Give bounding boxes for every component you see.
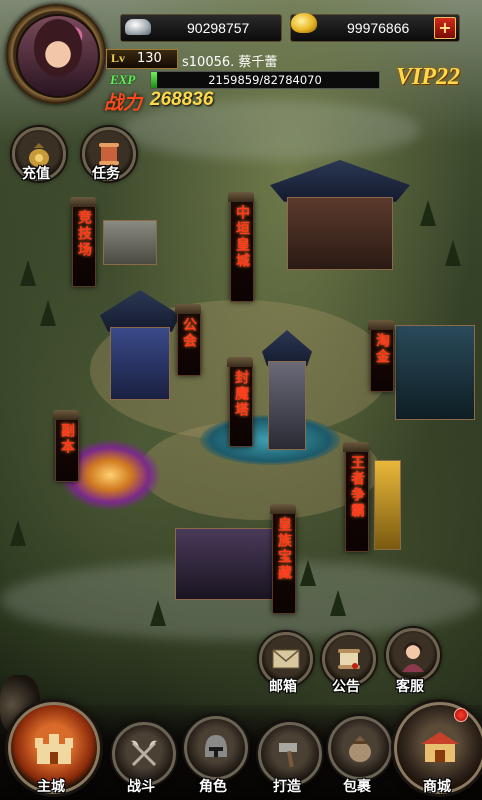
gold-ingot-icon (291, 13, 317, 33)
imperial-palace-building[interactable] (270, 160, 410, 270)
avatar[interactable] (16, 14, 100, 98)
level-value: 130 (137, 51, 162, 66)
tree (150, 600, 166, 626)
banner-arena[interactable]: 竞技场 (70, 197, 96, 287)
exp-bar: 2159859/82784070 (150, 71, 380, 89)
banner-guild-label: 公会 (181, 317, 197, 349)
banner-imperial-city[interactable]: 中垣皇城 (228, 192, 254, 302)
banner-tower[interactable]: 封魔塔 (227, 357, 253, 447)
main-city-label: 主城 (37, 779, 65, 795)
character-label: 角色 (199, 779, 227, 795)
tree (10, 520, 26, 546)
banner-dungeon[interactable]: 副本 (53, 410, 79, 482)
add-gold-button[interactable]: + (434, 17, 456, 39)
service-button[interactable] (386, 628, 440, 682)
bag-button[interactable] (328, 716, 392, 780)
tree (445, 240, 461, 266)
tree (40, 300, 56, 326)
service-agent-icon (389, 631, 437, 679)
banner-king-fight-label: 王者争霸 (349, 455, 365, 519)
banner-treasure[interactable]: 皇族宝藏 (270, 504, 296, 614)
tasks-label: 任务 (92, 166, 120, 182)
treasure-building[interactable] (175, 510, 275, 600)
guild-building[interactable] (100, 290, 180, 400)
banner-guild[interactable]: 公会 (175, 304, 201, 376)
arena-building[interactable] (95, 215, 165, 265)
banner-treasure-label: 皇族宝藏 (276, 517, 292, 581)
vip-badge[interactable]: VIP22 (396, 64, 460, 91)
banner-tower-label: 封魔塔 (233, 370, 249, 418)
banner-arena-label: 竞技场 (76, 210, 92, 258)
tower-building[interactable] (262, 330, 312, 450)
silver-amount: 90298757 (187, 20, 250, 36)
battle-label: 战斗 (127, 779, 155, 795)
level-label: Lv (111, 51, 126, 65)
silver-bar: 90298757 (120, 14, 282, 42)
shop-label: 商城 (423, 779, 451, 795)
banner-dungeon-label: 副本 (59, 423, 75, 455)
tree (20, 260, 36, 286)
tree (300, 560, 316, 586)
forge-label: 打造 (273, 779, 301, 795)
exp-text: 2159859/82784070 (208, 73, 322, 87)
crossed-axes-icon (115, 725, 173, 783)
bag-label: 包裹 (343, 779, 371, 795)
gold-amount: 99976866 (347, 20, 410, 36)
helmet-icon (187, 719, 245, 777)
hammer-icon (261, 725, 319, 783)
service-label: 客服 (396, 679, 424, 695)
banner-king-fight[interactable]: 王者争霸 (343, 442, 369, 552)
power-label: 战力 (104, 92, 143, 114)
exp-label: EXP (110, 72, 136, 87)
banner-gold-rush-label: 淘金 (374, 333, 390, 365)
tree (420, 200, 436, 226)
level-box: Lv 130 (106, 49, 178, 69)
banner-imperial-city-label: 中垣皇城 (234, 205, 250, 269)
top-hud: 90298757 99976866 + Lv 130 s10056. 蔡千蕾 E… (0, 0, 482, 115)
notice-label: 公告 (332, 679, 360, 695)
gold-rush-building[interactable] (395, 320, 475, 420)
banner-gold-rush[interactable]: 淘金 (368, 320, 394, 392)
bag-icon (331, 719, 389, 777)
recharge-label: 充值 (22, 166, 50, 182)
silver-ingot-icon (125, 19, 151, 35)
character-button[interactable] (184, 716, 248, 780)
tree (330, 590, 346, 616)
shop-notification-dot (454, 708, 468, 722)
player-name: s10056. 蔡千蕾 (182, 55, 278, 70)
power-value: 268836 (150, 89, 214, 110)
king-statue[interactable] (365, 460, 410, 550)
mail-label: 邮箱 (269, 679, 297, 695)
